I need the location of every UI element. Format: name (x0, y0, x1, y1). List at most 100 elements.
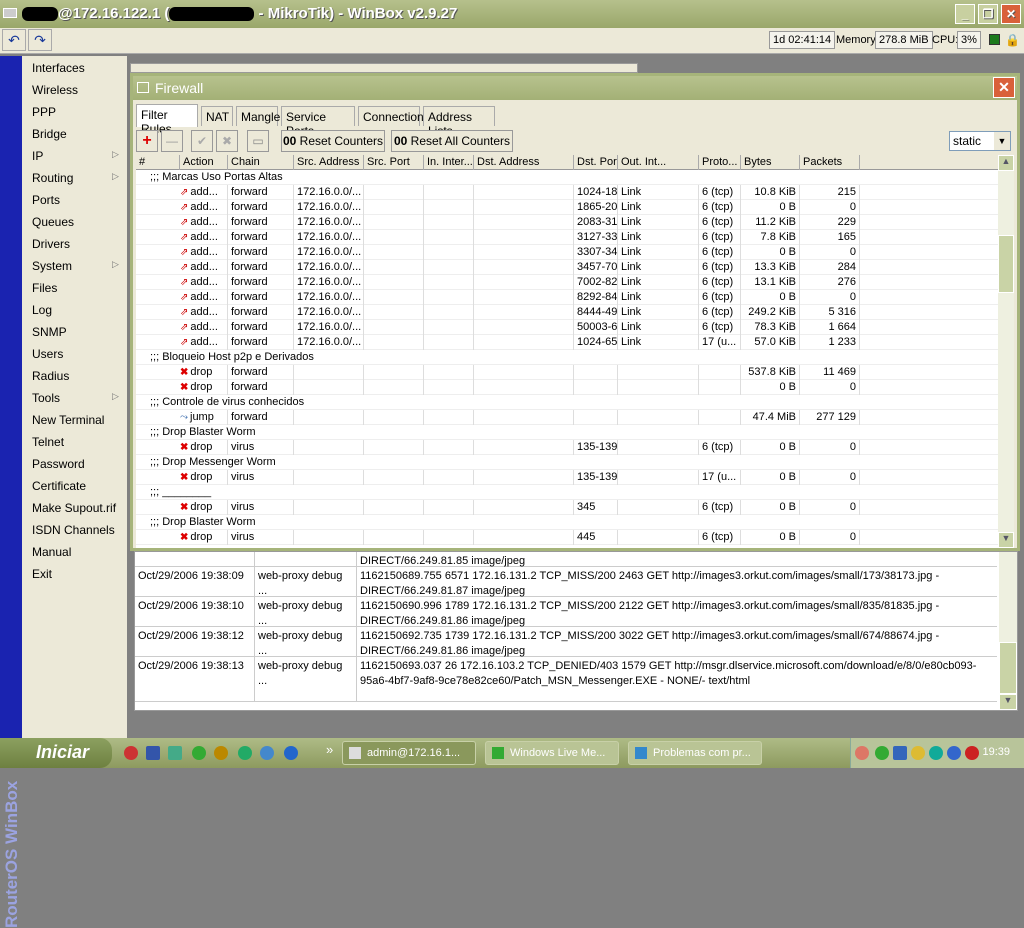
tab-connections[interactable]: Connections (358, 106, 430, 126)
table-row[interactable]: ⇗add...forward172.16.0.0/...3307-3455Lin… (136, 245, 1002, 260)
maximize-button[interactable]: ❐ (978, 4, 998, 24)
enable-rule-button[interactable]: ✔ (191, 130, 213, 152)
tab-nat[interactable]: NAT (201, 106, 233, 126)
security-icon[interactable] (965, 746, 979, 760)
sidebar-item-certificate[interactable]: Certificate (32, 479, 86, 493)
tab-address-lists[interactable]: Address Lists (423, 106, 495, 138)
column-header[interactable]: Out. Int... (618, 155, 699, 170)
table-row[interactable]: ⇗add...forward172.16.0.0/...2083-3125Lin… (136, 215, 1002, 230)
tray-icon[interactable] (947, 746, 961, 760)
media-icon[interactable] (168, 746, 182, 760)
table-row[interactable]: ⤳ jump forward 47.4 MiB 277 129 (136, 410, 1002, 425)
column-header[interactable]: In. Inter... (424, 155, 474, 170)
comment-row[interactable]: ;;; Controle de virus conhecidos (136, 395, 1002, 410)
log-row[interactable]: Oct/29/2006 19:38:12 web-proxy debug ... 1… (135, 627, 997, 657)
network-icon[interactable] (893, 746, 907, 760)
column-header[interactable]: Action (180, 155, 228, 170)
redo-button[interactable]: ↷ (28, 29, 52, 51)
messenger-tray-icon[interactable] (875, 746, 889, 760)
comment-row[interactable]: ;;; Bloqueio Host p2p e Derivados (136, 350, 1002, 365)
table-row[interactable]: ⇗add...forward172.16.0.0/...3457-7000Lin… (136, 260, 1002, 275)
sidebar-item-new-terminal[interactable]: New Terminal (32, 413, 104, 427)
column-header[interactable]: Chain (228, 155, 294, 170)
tray-expand-icon[interactable] (855, 746, 869, 760)
table-row[interactable]: ✖ drop virus 135-139 6 (tcp) 0 B0 (136, 440, 1002, 455)
remove-rule-button[interactable]: — (161, 130, 183, 152)
table-row[interactable]: ⇗add...forward172.16.0.0/...1024-65535Li… (136, 335, 1002, 350)
log-row[interactable]: DIRECT/66.249.81.85 image/jpeg (135, 552, 997, 567)
column-header[interactable]: Proto... (699, 155, 741, 170)
reset-counters-button[interactable]: 00 Reset Counters (281, 130, 385, 152)
firewall-close-button[interactable]: ✕ (993, 77, 1015, 98)
table-row[interactable]: ⇗add...forward172.16.0.0/...8292-8442Lin… (136, 290, 1002, 305)
table-row[interactable]: ✖ drop forward 537.8 KiB 11 469 (136, 365, 1002, 380)
log-row[interactable]: Oct/29/2006 19:38:10 web-proxy debug ... 1… (135, 597, 997, 627)
tab-mangle[interactable]: Mangle (236, 106, 280, 126)
scroll-down-icon[interactable]: ▼ (998, 532, 1014, 548)
tray-icon[interactable] (929, 746, 943, 760)
sidebar-item-drivers[interactable]: Drivers (32, 237, 70, 251)
sidebar-item-files[interactable]: Files (32, 281, 57, 295)
comment-button[interactable]: ▭ (247, 130, 269, 152)
app-icon[interactable] (214, 746, 228, 760)
sidebar-item-ports[interactable]: Ports (32, 193, 60, 207)
table-row[interactable]: ⇗add...forward172.16.0.0/...1024-1861Lin… (136, 185, 1002, 200)
column-header[interactable]: Packets (800, 155, 860, 170)
sidebar-item-make-supout-rif[interactable]: Make Supout.rif (32, 501, 116, 515)
table-row[interactable]: ⇗add...forward172.16.0.0/...1865-2081Lin… (136, 200, 1002, 215)
table-row[interactable]: ⇗add...forward172.16.0.0/...8444-49999Li… (136, 305, 1002, 320)
ie-icon[interactable] (284, 746, 298, 760)
sidebar-item-users[interactable]: Users (32, 347, 63, 361)
comment-row[interactable]: ;;; Drop Blaster Worm (136, 515, 1002, 530)
close-button[interactable]: ✕ (1001, 4, 1021, 24)
start-button[interactable]: Iniciar (0, 738, 112, 768)
scroll-down-icon[interactable]: ▼ (999, 694, 1017, 710)
sidebar-item-exit[interactable]: Exit (32, 567, 52, 581)
column-header[interactable]: Dst. Port (574, 155, 618, 170)
log-row[interactable]: Oct/29/2006 19:38:09 web-proxy debug ... 1… (135, 567, 997, 597)
sidebar-item-snmp[interactable]: SNMP (32, 325, 67, 339)
tab-filter-rules[interactable]: Filter Rules (136, 104, 198, 136)
disable-rule-button[interactable]: ✖ (216, 130, 238, 152)
sidebar-item-tools[interactable]: Tools ▷ (32, 391, 119, 405)
quicklaunch-icon[interactable] (124, 746, 138, 760)
scroll-thumb[interactable] (998, 235, 1014, 293)
sidebar-item-manual[interactable]: Manual (32, 545, 71, 559)
table-row[interactable]: ✖ drop virus 345 6 (tcp) 0 B0 (136, 500, 1002, 515)
column-header[interactable]: Dst. Address (474, 155, 574, 170)
tab-service-ports[interactable]: Service Ports (281, 106, 355, 138)
table-row[interactable]: ⇗add...forward172.16.0.0/...3127-3305Lin… (136, 230, 1002, 245)
add-rule-button[interactable]: + (136, 130, 158, 152)
taskbar-task[interactable]: Windows Live Me... (485, 741, 619, 765)
more-chevron-icon[interactable]: » (326, 742, 333, 757)
table-row[interactable]: ⇗add...forward172.16.0.0/...7002-8290Lin… (136, 275, 1002, 290)
table-row[interactable]: ✖ drop virus 135-139 17 (u... 0 B0 (136, 470, 1002, 485)
app-icon[interactable] (192, 746, 206, 760)
sidebar-item-interfaces[interactable]: Interfaces (32, 61, 85, 75)
comment-row[interactable]: ;;; ________ (136, 485, 1002, 500)
column-header[interactable]: Src. Port (364, 155, 424, 170)
table-row[interactable]: ✖ drop virus 445 6 (tcp) 0 B0 (136, 530, 1002, 545)
minimize-button[interactable]: _ (955, 4, 975, 24)
app-icon[interactable] (260, 746, 274, 760)
log-scrollbar[interactable]: ▼ (999, 552, 1017, 710)
taskbar-task[interactable]: Problemas com pr... (628, 741, 762, 765)
sidebar-item-system[interactable]: System ▷ (32, 259, 119, 273)
table-row[interactable]: ⇗add...forward172.16.0.0/...50003-65535L… (136, 320, 1002, 335)
comment-row[interactable]: ;;; Marcas Uso Portas Altas (136, 170, 1002, 185)
messenger-icon[interactable] (238, 746, 252, 760)
column-header[interactable]: Src. Address (294, 155, 364, 170)
scroll-up-icon[interactable]: ▲ (998, 155, 1014, 171)
sidebar-item-ppp[interactable]: PPP (32, 105, 56, 119)
table-row[interactable]: ✖ drop forward 0 B0 (136, 380, 1002, 395)
sidebar-item-isdn-channels[interactable]: ISDN Channels (32, 523, 115, 537)
sidebar-item-queues[interactable]: Queues (32, 215, 74, 229)
scroll-thumb[interactable] (999, 642, 1017, 694)
sidebar-item-ip[interactable]: IP ▷ (32, 149, 119, 163)
sidebar-item-log[interactable]: Log (32, 303, 52, 317)
undo-button[interactable]: ↶ (2, 29, 26, 51)
sidebar-item-routing[interactable]: Routing ▷ (32, 171, 119, 185)
sidebar-item-bridge[interactable]: Bridge (32, 127, 67, 141)
desktop-icon[interactable] (146, 746, 160, 760)
comment-row[interactable]: ;;; Drop Blaster Worm (136, 425, 1002, 440)
